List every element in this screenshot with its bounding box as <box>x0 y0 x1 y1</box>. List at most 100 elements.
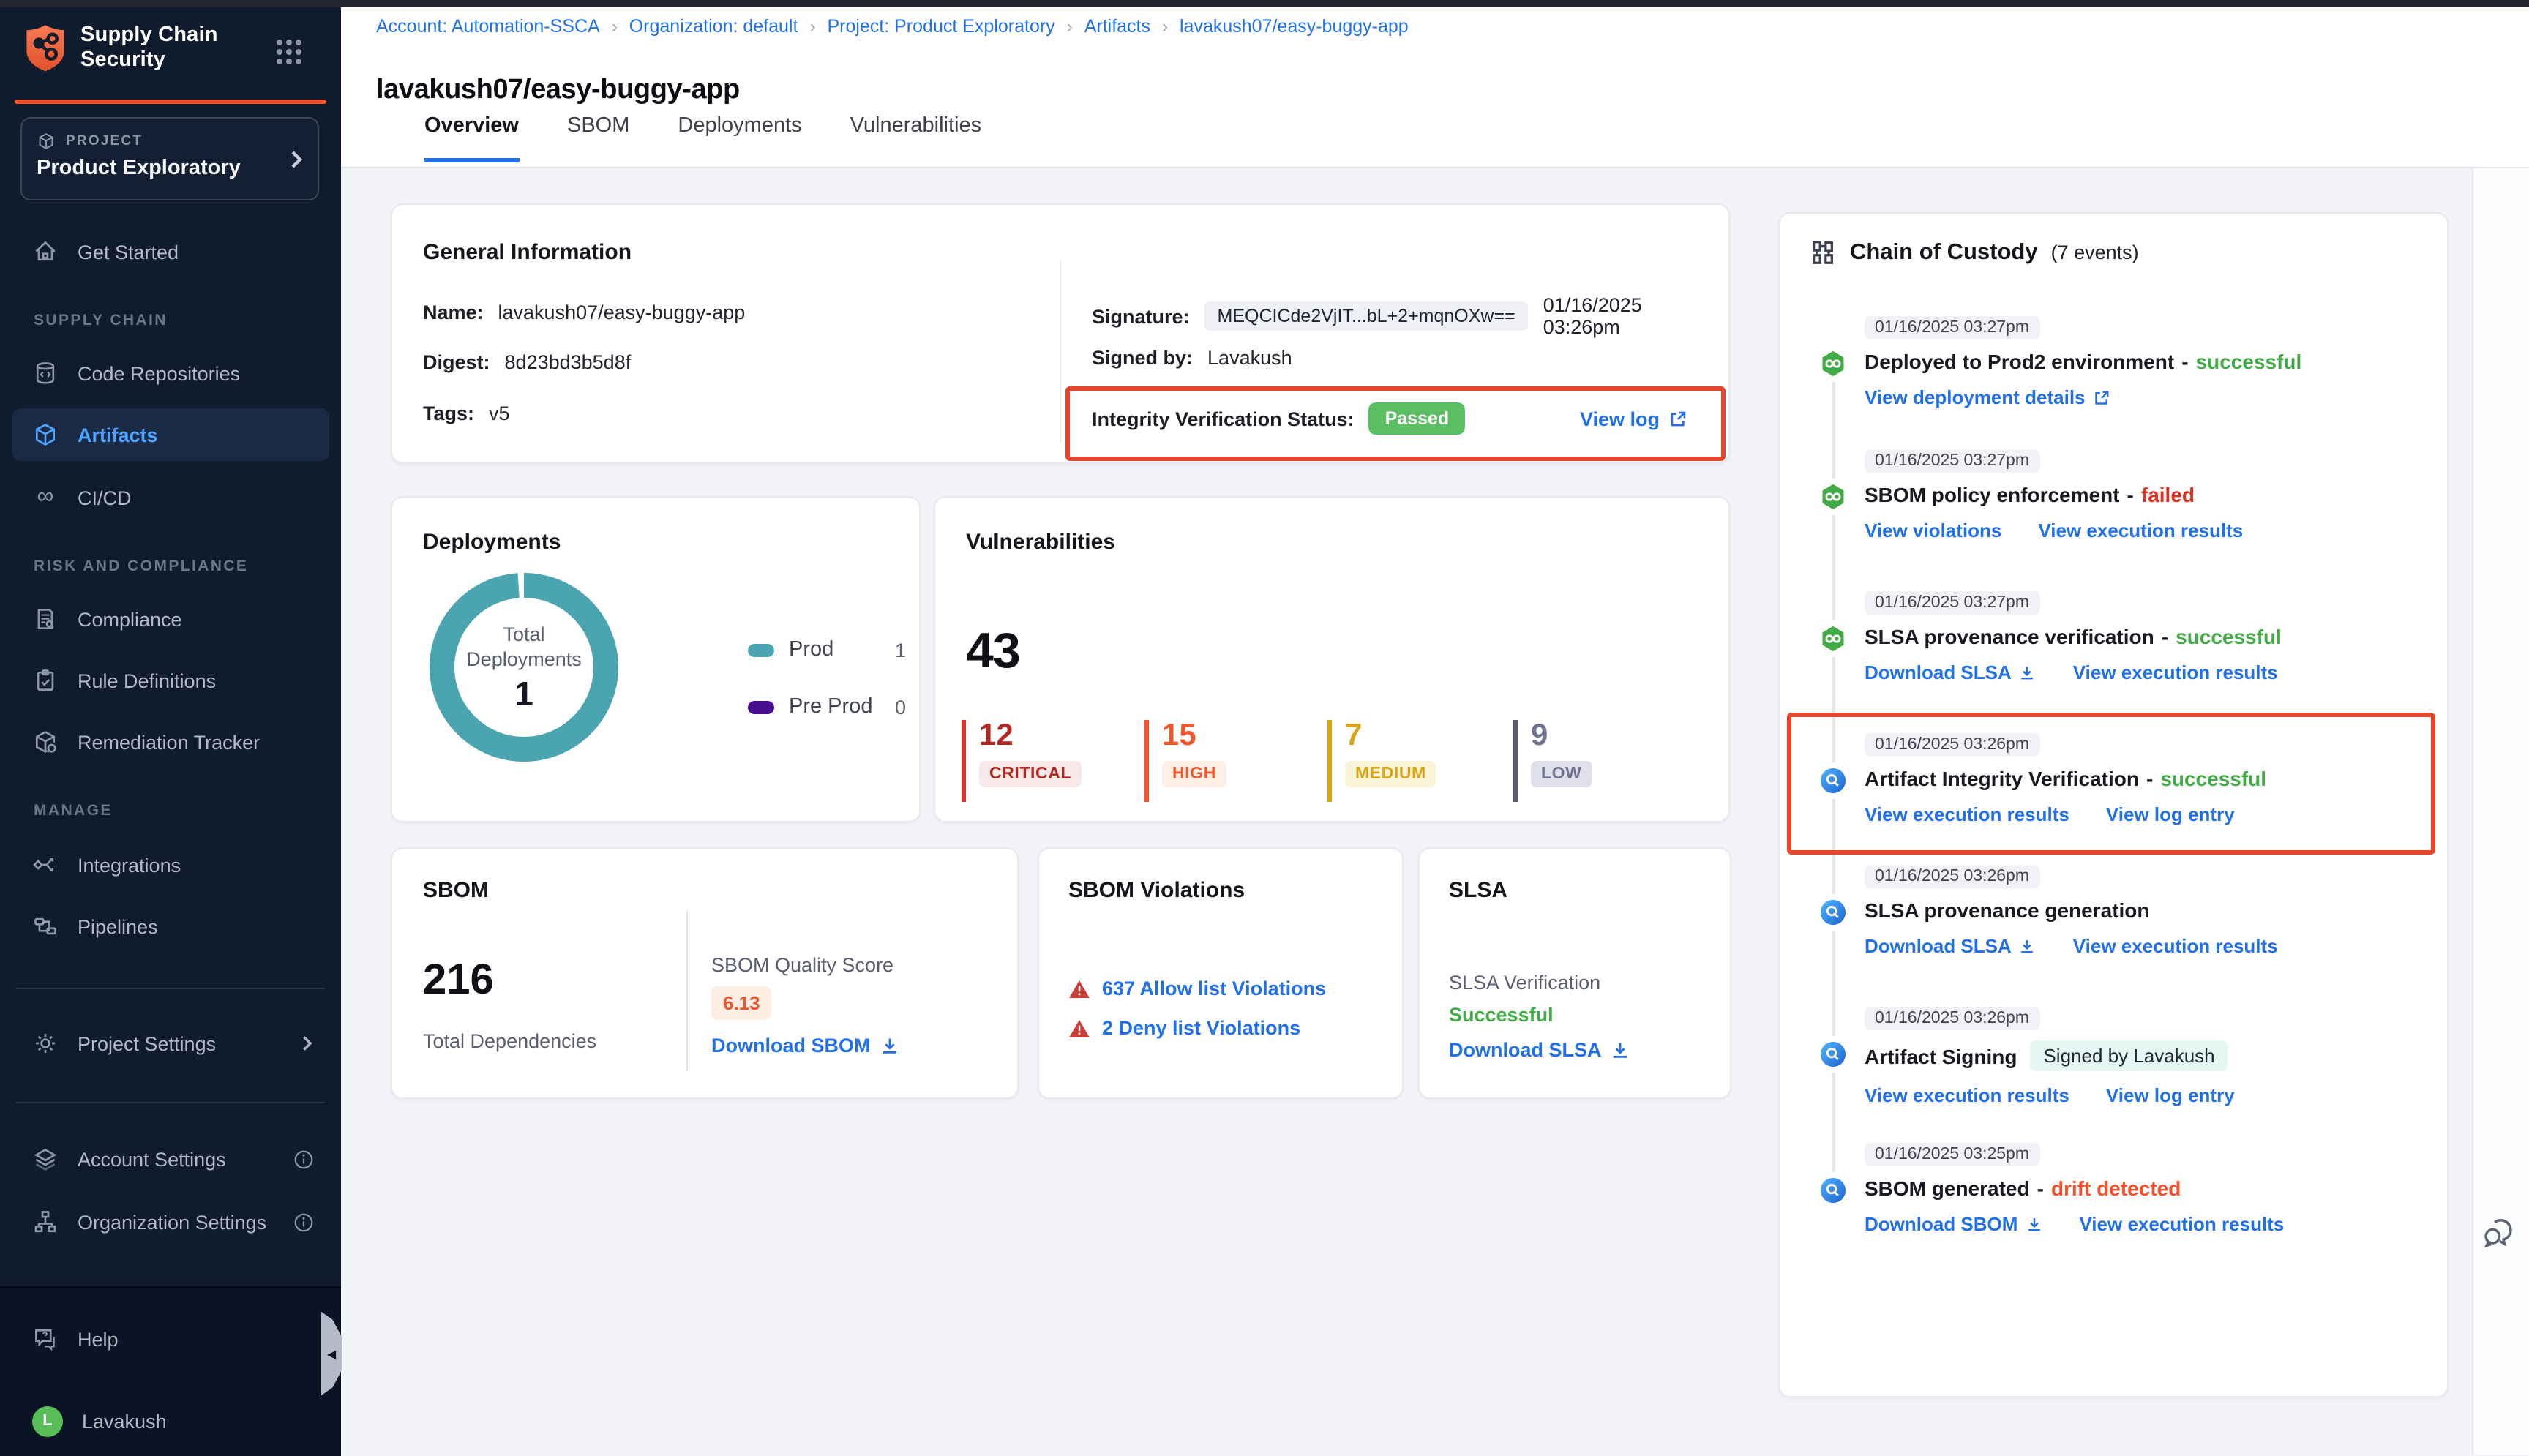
view-execution-results-link[interactable]: View execution results <box>2073 661 2278 683</box>
pipeline-event-icon <box>1819 350 1847 378</box>
pipeline-event-icon <box>1819 625 1847 653</box>
scan-event-icon <box>1819 898 1847 926</box>
chevron-right-icon <box>287 149 304 170</box>
breadcrumb-separator: › <box>612 16 618 37</box>
prod-swatch <box>748 643 774 656</box>
external-link-icon <box>2093 389 2110 406</box>
page-header: Account: Automation-SSCA › Organization:… <box>341 0 2529 168</box>
signature-value[interactable]: MEQCICde2VjIT...bL+2+mqnOXw== <box>1204 301 1529 331</box>
download-icon <box>2025 1215 2042 1233</box>
breadcrumb-account[interactable]: Account: Automation-SSCA <box>376 16 600 37</box>
sidebar-item-rule-definitions[interactable]: Rule Definitions <box>12 654 329 707</box>
pipelines-icon <box>32 913 59 939</box>
card-title: SLSA <box>1449 878 1507 903</box>
download-slsa-link[interactable]: Download SLSA <box>1449 1039 1631 1061</box>
allow-list-violations-link[interactable]: 637 Allow list Violations <box>1068 977 1326 999</box>
breadcrumb-separator: › <box>1162 16 1168 37</box>
deny-list-violations-link[interactable]: 2 Deny list Violations <box>1068 1017 1300 1039</box>
pipeline-event-icon <box>1819 483 1847 511</box>
section-risk-and-compliance: RISK AND COMPLIANCE <box>34 558 248 575</box>
breadcrumb-artifacts[interactable]: Artifacts <box>1084 16 1150 37</box>
sidebar-item-help[interactable]: Help <box>12 1313 329 1365</box>
deployments-donut-chart: TotalDeployments 1 <box>424 568 623 767</box>
download-slsa-link[interactable]: Download SLSA <box>1865 661 2037 683</box>
view-violations-link[interactable]: View violations <box>1865 519 2001 541</box>
home-icon <box>32 239 59 265</box>
sidebar-item-code-repositories[interactable]: Code Repositories <box>12 347 329 399</box>
app-root: Supply Chain Security PROJECT Product Ex… <box>0 0 2529 1455</box>
card-title: Vulnerabilities <box>966 530 1115 555</box>
sidebar-item-artifacts[interactable]: Artifacts <box>12 408 329 461</box>
deployments-card: Deployments TotalDeployments 1 <box>391 496 921 822</box>
window-top-strip <box>0 0 2529 7</box>
clipboard-check-icon <box>32 667 59 694</box>
view-execution-results-link[interactable]: View execution results <box>2038 519 2243 541</box>
sbom-quality-score-value: 6.13 <box>711 986 772 1020</box>
event-title: Deployed to Prod2 environment <box>1865 350 2174 373</box>
pre-prod-swatch <box>748 700 774 713</box>
view-execution-results-link[interactable]: View execution results <box>1865 1084 2069 1106</box>
tab-sbom[interactable]: SBOM <box>567 114 629 162</box>
breadcrumb-project[interactable]: Project: Product Exploratory <box>827 16 1054 37</box>
view-execution-results-link[interactable]: View execution results <box>2073 935 2278 957</box>
gear-icon <box>32 1030 59 1057</box>
view-log-entry-link[interactable]: View log entry <box>2106 1084 2235 1106</box>
sidebar-item-cicd[interactable]: ∞ CI/CD <box>12 471 329 524</box>
severity-low: 9 LOW <box>1513 720 1695 802</box>
download-icon <box>880 1035 900 1056</box>
sidebar-item-account-settings[interactable]: Account Settings <box>12 1133 329 1185</box>
avatar: L <box>32 1406 63 1436</box>
warning-triangle-icon <box>1068 978 1090 999</box>
sidebar-item-organization-settings[interactable]: Organization Settings <box>12 1196 329 1248</box>
info-icon <box>293 1148 315 1170</box>
sidebar-item-get-started[interactable]: Get Started <box>12 225 329 278</box>
event-timestamp: 01/16/2025 03:26pm <box>1865 865 2039 888</box>
signed-by-label: Signed by: <box>1092 347 1193 369</box>
tab-deployments[interactable]: Deployments <box>678 114 801 162</box>
tab-overview[interactable]: Overview <box>424 114 519 162</box>
external-link-icon <box>1668 410 1687 429</box>
vulnerabilities-card: Vulnerabilities 43 12 CRITICAL 15 HIGH 7… <box>934 496 1730 822</box>
download-sbom-link[interactable]: Download SBOM <box>1865 1213 2042 1235</box>
download-sbom-link[interactable]: Download SBOM <box>711 1035 900 1057</box>
integrity-status-label: Integrity Verification Status: <box>1092 408 1355 429</box>
total-dependencies-label: Total Dependencies <box>423 1030 596 1052</box>
severity-critical: 12 CRITICAL <box>962 720 1143 802</box>
view-execution-results-link[interactable]: View execution results <box>1865 803 2069 825</box>
tags-label: Tags: <box>423 402 474 424</box>
module-grid-icon[interactable] <box>275 38 303 66</box>
event-timestamp: 01/16/2025 03:26pm <box>1865 733 2039 757</box>
card-title: General Information <box>423 240 632 265</box>
chain-events-count: (7 events) <box>2051 241 2139 263</box>
breadcrumb-current[interactable]: lavakush07/easy-buggy-app <box>1180 16 1409 37</box>
sidebar-item-pipelines[interactable]: Pipelines <box>12 900 329 953</box>
user-menu[interactable]: L Lavakush <box>12 1395 329 1447</box>
help-chat-icon <box>32 1326 59 1352</box>
legend-item-pre-prod: Pre Prod 0 <box>748 695 906 718</box>
sidebar-item-compliance[interactable]: Compliance <box>12 593 329 645</box>
slsa-card: SLSA SLSA Verification Successful Downlo… <box>1418 847 1731 1099</box>
sidebar-item-project-settings[interactable]: Project Settings <box>12 1017 329 1070</box>
view-log-link[interactable]: View log <box>1580 408 1687 430</box>
scroll-gutter[interactable] <box>2472 168 2529 1455</box>
event-title: SLSA provenance verification <box>1865 625 2154 648</box>
sidebar-item-remediation-tracker[interactable]: Remediation Tracker <box>12 716 329 768</box>
warning-triangle-icon <box>1068 1018 1090 1038</box>
slsa-verification-label: SLSA Verification <box>1449 972 1600 994</box>
breadcrumb-organization[interactable]: Organization: default <box>629 16 798 37</box>
event-timestamp: 01/16/2025 03:27pm <box>1865 449 2039 473</box>
view-execution-results-link[interactable]: View execution results <box>2079 1213 2284 1235</box>
card-title: SBOM <box>423 878 489 903</box>
event-title: SBOM policy enforcement <box>1865 483 2120 506</box>
project-selector[interactable]: PROJECT Product Exploratory <box>20 117 319 200</box>
content-area: General Information Name:lavakush07/easy… <box>341 168 2529 1455</box>
digest-label: Digest: <box>423 351 490 373</box>
chat-help-icon[interactable] <box>2479 1212 2519 1251</box>
sidebar-item-integrations[interactable]: Integrations <box>12 838 329 891</box>
tab-vulnerabilities[interactable]: Vulnerabilities <box>850 114 981 162</box>
artifact-name: lavakush07/easy-buggy-app <box>498 301 746 323</box>
view-deployment-details-link[interactable]: View deployment details <box>1865 386 2110 408</box>
view-log-entry-link[interactable]: View log entry <box>2106 803 2235 825</box>
download-slsa-link[interactable]: Download SLSA <box>1865 935 2037 957</box>
user-name: Lavakush <box>82 1410 167 1432</box>
